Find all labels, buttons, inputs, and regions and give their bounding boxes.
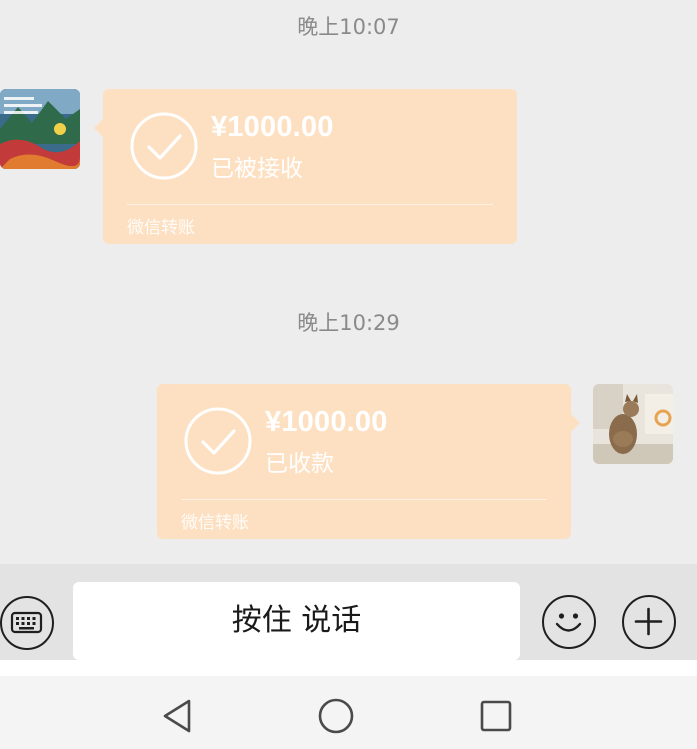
input-bar: 按住 说话	[0, 564, 697, 660]
back-icon[interactable]	[157, 696, 197, 736]
check-circle-icon	[130, 112, 198, 180]
divider	[181, 499, 547, 500]
home-icon[interactable]	[316, 696, 356, 736]
emoji-icon	[555, 613, 582, 632]
plus-button[interactable]	[622, 595, 676, 649]
transfer-source-label: 微信转账	[181, 513, 249, 533]
hold-to-talk-button[interactable]: 按住 说话	[73, 582, 520, 660]
transfer-source-label: 微信转账	[127, 218, 195, 238]
input-bar-bottom-strip	[0, 660, 697, 676]
bubble-tail	[571, 414, 580, 432]
timestamp: 晚上10:29	[297, 311, 400, 335]
keyboard-toggle-button[interactable]	[0, 596, 54, 650]
timestamp: 晚上10:07	[297, 15, 400, 39]
transfer-amount: ¥1000.00	[211, 111, 334, 143]
recents-icon[interactable]	[476, 696, 516, 736]
divider	[127, 204, 493, 205]
transfer-status: 已收款	[265, 451, 334, 477]
chat-area[interactable]: 晚上10:07 ¥1000.00 已被接收 微信转账 晚上10:29 ¥1000…	[0, 0, 697, 564]
plus-icon	[634, 607, 663, 636]
system-navigation-bar	[0, 660, 697, 749]
avatar-image	[0, 89, 80, 169]
emoji-button[interactable]	[542, 595, 596, 649]
transfer-card[interactable]: ¥1000.00 已收款 微信转账	[157, 384, 580, 539]
transfer-card[interactable]: ¥1000.00 已被接收 微信转账	[94, 89, 517, 244]
bubble-tail	[94, 119, 103, 137]
keyboard-icon	[10, 611, 43, 634]
transfer-amount: ¥1000.00	[265, 406, 388, 438]
check-circle-icon	[184, 407, 252, 475]
avatar-image	[593, 384, 673, 464]
contact-avatar[interactable]	[0, 89, 80, 169]
transfer-status: 已被接收	[211, 156, 303, 182]
my-avatar[interactable]	[593, 384, 673, 464]
